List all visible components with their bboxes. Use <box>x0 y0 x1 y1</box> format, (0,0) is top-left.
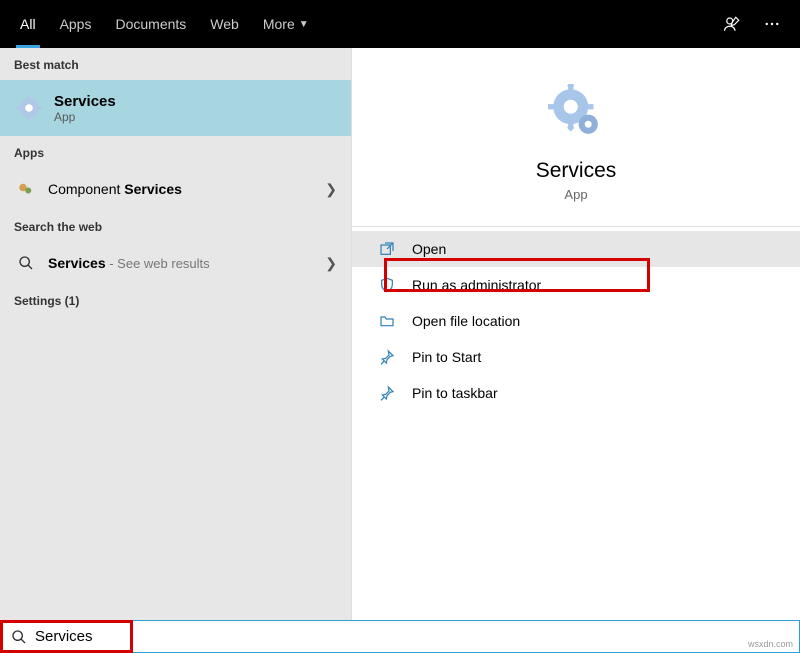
tab-all-label: All <box>20 16 36 32</box>
gear-icon <box>16 95 42 121</box>
tab-more-label: More <box>263 16 295 32</box>
divider <box>352 226 800 227</box>
gear-large-icon <box>548 84 604 140</box>
web-header: Search the web <box>0 210 351 242</box>
action-label: Pin to Start <box>412 349 481 365</box>
action-run-admin[interactable]: Run as administrator <box>352 267 800 303</box>
action-label: Open <box>412 241 446 257</box>
action-label: Pin to taskbar <box>412 385 498 401</box>
result-label: Component Services <box>48 181 182 197</box>
feedback-icon[interactable] <box>712 0 752 48</box>
action-pin-taskbar[interactable]: Pin to taskbar <box>352 375 800 411</box>
tab-more[interactable]: More ▼ <box>251 0 321 48</box>
action-label: Run as administrator <box>412 277 541 293</box>
search-icon <box>14 255 38 271</box>
best-match-result[interactable]: Services App <box>0 80 351 136</box>
chevron-right-icon: ❯ <box>325 181 337 198</box>
search-icon <box>11 629 27 645</box>
tab-web[interactable]: Web <box>198 0 251 48</box>
best-match-subtitle: App <box>54 110 297 124</box>
action-open[interactable]: Open <box>352 231 800 267</box>
best-match-title: Services <box>54 93 297 110</box>
tab-all[interactable]: All <box>8 0 48 48</box>
chevron-down-icon: ▼ <box>299 19 309 30</box>
best-match-header: Best match <box>0 48 351 80</box>
search-input-rest[interactable]: wsxdn.com <box>133 620 800 653</box>
tab-documents-label: Documents <box>115 16 186 32</box>
more-options-icon[interactable] <box>752 0 792 48</box>
taskbar-search: Services wsxdn.com <box>0 620 800 653</box>
top-tab-bar: All Apps Documents Web More ▼ <box>0 0 800 48</box>
app-preview: Services App <box>352 48 800 226</box>
result-label: Services - See web results <box>48 255 210 271</box>
preview-type: App <box>352 187 800 202</box>
tab-web-label: Web <box>210 16 239 32</box>
watermark: wsxdn.com <box>748 639 793 649</box>
open-icon <box>376 241 398 257</box>
search-input-value: Services <box>35 628 93 645</box>
result-component-services[interactable]: Component Services ❯ <box>0 168 351 210</box>
action-open-location[interactable]: Open file location <box>352 303 800 339</box>
action-label: Open file location <box>412 313 520 329</box>
component-icon <box>14 180 38 198</box>
results-panel: Best match Services App Apps Component S… <box>0 48 352 620</box>
result-web-services[interactable]: Services - See web results ❯ <box>0 242 351 284</box>
settings-header[interactable]: Settings (1) <box>0 284 351 316</box>
action-pin-start[interactable]: Pin to Start <box>352 339 800 375</box>
tab-documents[interactable]: Documents <box>103 0 198 48</box>
preview-panel: Services App Open Run as administrator O… <box>352 48 800 620</box>
pin-icon <box>376 385 398 401</box>
search-input-highlighted[interactable]: Services <box>0 620 133 653</box>
tab-apps[interactable]: Apps <box>48 0 104 48</box>
folder-icon <box>376 313 398 329</box>
shield-icon <box>376 277 398 293</box>
tab-apps-label: Apps <box>60 16 92 32</box>
preview-title: Services <box>352 159 800 183</box>
chevron-right-icon: ❯ <box>325 255 337 272</box>
pin-icon <box>376 349 398 365</box>
apps-header: Apps <box>0 136 351 168</box>
